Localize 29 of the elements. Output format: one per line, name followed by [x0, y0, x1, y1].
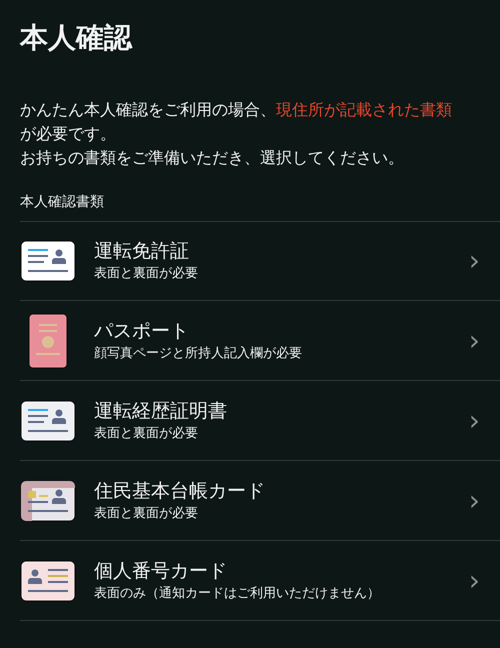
document-note: 表面のみ（通知カードはご利用いただけません） [94, 584, 381, 602]
instruction-text: お持ちの書類をご準備いただき、選択してください。 [20, 147, 405, 169]
document-name: パスポート [94, 318, 190, 344]
document-note: 表面と裏面が必要 [94, 265, 199, 283]
passport-icon [28, 312, 68, 368]
chevron-icon: › [468, 326, 480, 354]
id-card-icon [20, 400, 76, 442]
document-name: 運転免許証 [94, 239, 190, 264]
chevron-icon: › [468, 486, 480, 514]
document-name: 個人番号カード [94, 558, 228, 584]
page-title: 本人確認 [20, 20, 134, 56]
document-note: 表面と裏面が必要 [94, 424, 199, 442]
section-label: 本人確認書類 [20, 193, 105, 212]
chevron-icon: › [468, 406, 480, 434]
document-list-item[interactable]: 運転免許証 表面と裏面が必要 › [20, 221, 500, 301]
chevron-icon: › [468, 566, 480, 594]
document-list-item[interactable]: パスポート 顔写真ページと所持人記入欄が必要 › [20, 301, 500, 381]
document-list-item[interactable]: 住民基本台帳カード 表面と裏面が必要 › [20, 461, 500, 541]
id-card-icon [20, 480, 76, 522]
chevron-icon: › [468, 247, 480, 275]
intro-text: かんたん本人確認をご利用の場合、現住所が記載された書類 が必要です。 [20, 99, 453, 145]
document-name: 住民基本台帳カード [94, 478, 266, 504]
document-list-item[interactable]: 個人番号カード 表面のみ（通知カードはご利用いただけません） › [20, 541, 500, 621]
id-card-icon [20, 240, 76, 282]
id-card-icon [20, 560, 76, 602]
document-name: 運転経歴証明書 [94, 398, 228, 424]
document-list-item[interactable]: 運転経歴証明書 表面と裏面が必要 › [20, 381, 500, 461]
document-note: 顔写真ページと所持人記入欄が必要 [94, 344, 303, 362]
document-note: 表面と裏面が必要 [94, 504, 199, 522]
